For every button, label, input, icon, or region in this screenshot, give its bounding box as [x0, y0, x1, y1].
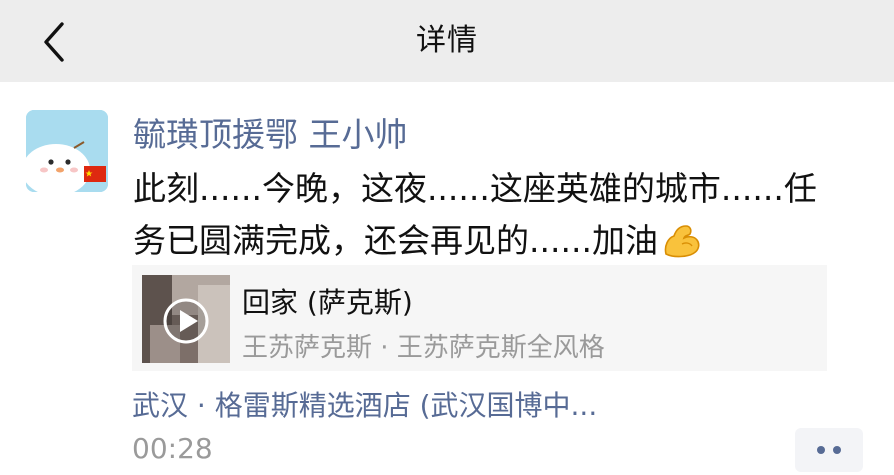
music-cover — [142, 275, 230, 363]
more-dots-icon — [817, 446, 825, 454]
more-dots-icon — [833, 446, 841, 454]
post-text-segment: 务已圆满完成，还会再见的......加油 — [133, 221, 658, 260]
flexed-biceps-emoji-icon — [660, 220, 704, 260]
avatar[interactable] — [26, 110, 108, 192]
nav-bar: 详情 — [0, 0, 894, 82]
more-button[interactable] — [795, 428, 863, 472]
username-link[interactable]: 毓璜顶援鄂 王小帅 — [133, 108, 408, 156]
location-link[interactable]: 武汉 · 格雷斯精选酒店 (武汉国博中... — [132, 384, 597, 424]
post-text: 此刻......今晚，这夜......这座英雄的城市......任 务已圆满完成… — [133, 163, 873, 267]
music-card[interactable]: 回家 (萨克斯) 王苏萨克斯 · 王苏萨克斯全风格 — [132, 265, 827, 371]
page-title: 详情 — [416, 23, 478, 58]
post-time: 00:28 — [132, 432, 213, 465]
post-text-line: 务已圆满完成，还会再见的......加油 — [133, 215, 873, 267]
cartoon-bird-avatar-icon — [26, 110, 108, 192]
music-subtitle: 王苏萨克斯 · 王苏萨克斯全风格 — [242, 333, 605, 363]
music-title: 回家 (萨克斯) — [242, 286, 413, 319]
post-text-line: 此刻......今晚，这夜......这座英雄的城市......任 — [133, 169, 817, 208]
